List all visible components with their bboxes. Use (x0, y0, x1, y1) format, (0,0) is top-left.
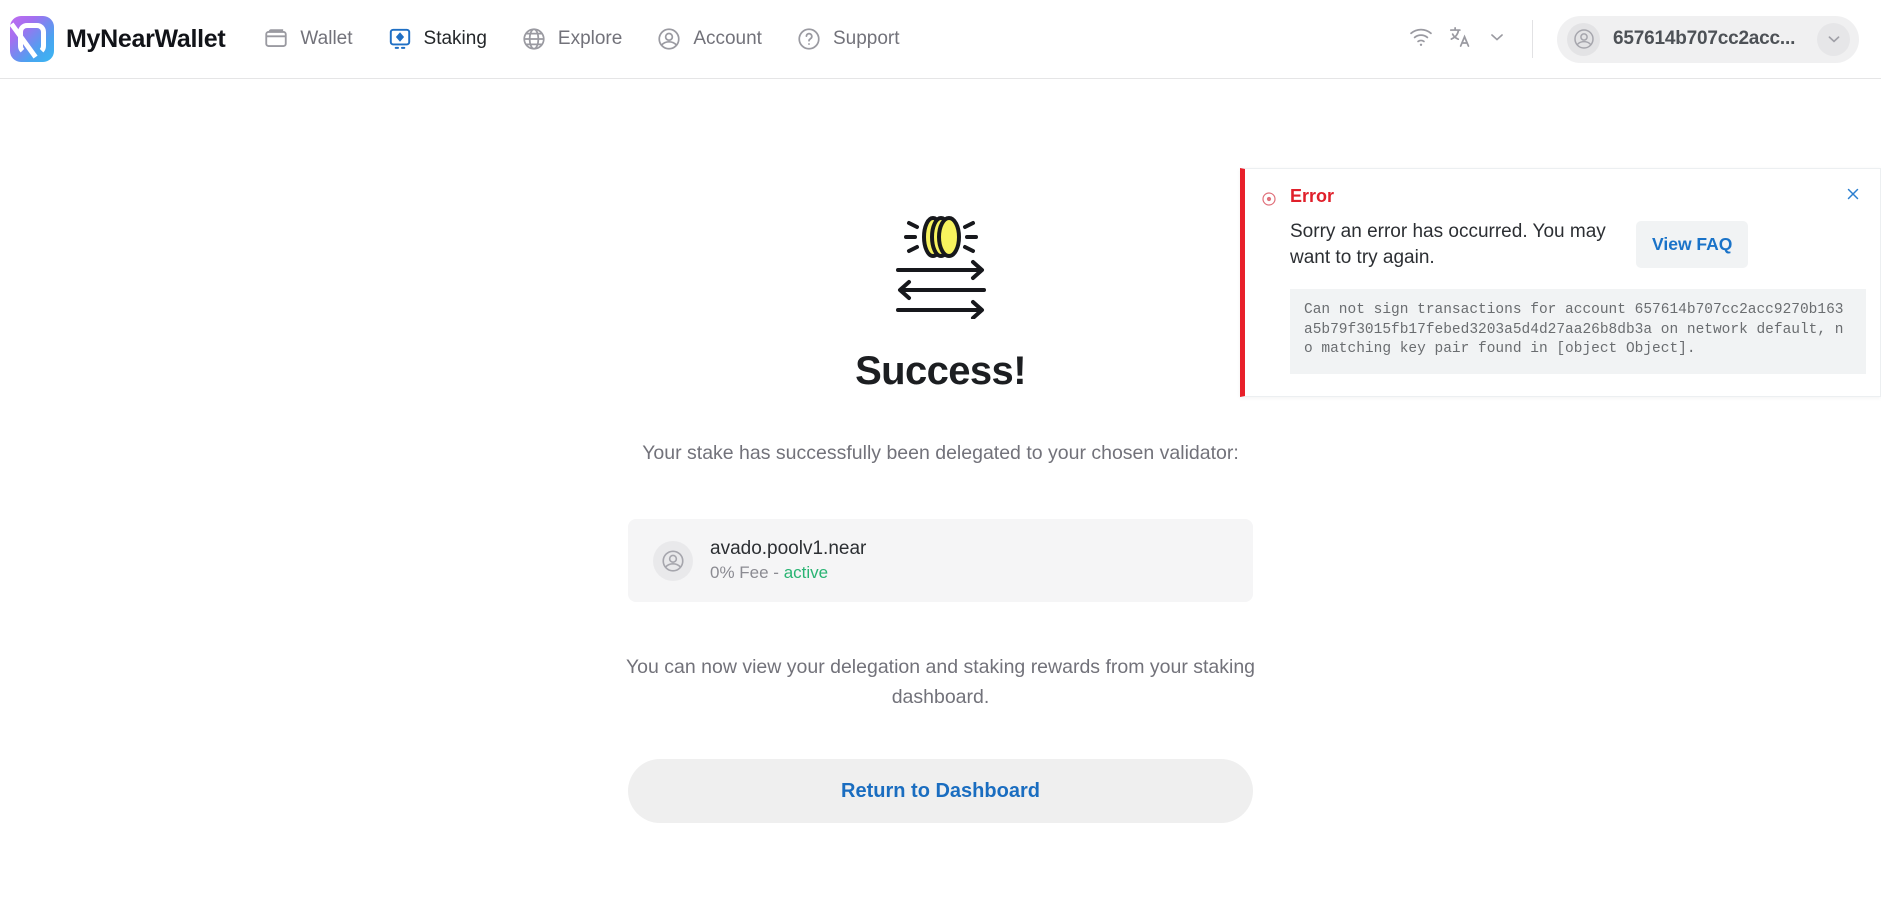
near-logo-icon (10, 16, 54, 62)
main-content: Success! Your stake has successfully bee… (0, 79, 1881, 916)
help-circle-icon (796, 26, 822, 52)
error-toast-row: Sorry an error has occurred. You may wan… (1290, 219, 1866, 271)
nav-item-account[interactable]: Account (656, 26, 762, 52)
staking-icon (387, 26, 413, 52)
header-divider (1532, 20, 1533, 58)
globe-icon (521, 26, 547, 52)
error-toast-title: Error (1290, 186, 1335, 206)
header-right: 657614b707cc2acc... (1408, 15, 1859, 63)
app-header: MyNearWallet Wallet Staking Explore Acco… (0, 0, 1881, 79)
error-toast-code: Can not sign transactions for account 65… (1290, 289, 1866, 374)
nav-label-account: Account (693, 28, 762, 49)
nav-item-explore[interactable]: Explore (521, 26, 622, 52)
header-utility-icons (1408, 24, 1532, 55)
error-toast-message: Sorry an error has occurred. You may wan… (1290, 221, 1606, 268)
page-title: Success! (855, 349, 1026, 393)
brand-name: MyNearWallet (66, 24, 226, 53)
view-faq-button[interactable]: View FAQ (1636, 221, 1749, 268)
validator-info: avado.poolv1.near 0% Fee - active (710, 538, 866, 583)
wifi-icon[interactable] (1408, 24, 1434, 55)
lead-text: Your stake has successfully been delegat… (642, 442, 1239, 464)
close-icon[interactable] (1840, 181, 1866, 207)
main-navigation: Wallet Staking Explore Account Support (263, 26, 900, 52)
account-icon (656, 26, 682, 52)
return-to-dashboard-button[interactable]: Return to Dashboard (628, 759, 1253, 823)
validator-avatar-icon (653, 540, 693, 581)
wallet-icon (263, 26, 289, 52)
chevron-down-icon[interactable] (1486, 26, 1508, 53)
error-toast: Error Sorry an error has occurred. You m… (1240, 168, 1881, 397)
validator-name: avado.poolv1.near (710, 538, 867, 559)
error-toast-body: Error Sorry an error has occurred. You m… (1277, 186, 1866, 374)
account-pill[interactable]: 657614b707cc2acc... (1557, 15, 1859, 63)
validator-card[interactable]: avado.poolv1.near 0% Fee - active (628, 519, 1253, 602)
validator-status: active (783, 563, 829, 582)
nav-item-staking[interactable]: Staking (387, 26, 487, 52)
sub-text: You can now view your delegation and sta… (625, 656, 1256, 708)
account-avatar-icon (1567, 22, 1600, 56)
nav-label-staking: Staking (423, 28, 487, 49)
error-circle-icon (1261, 191, 1277, 207)
chevron-down-icon[interactable] (1817, 22, 1850, 56)
nav-item-support[interactable]: Support (796, 26, 900, 52)
nav-item-wallet[interactable]: Wallet (263, 26, 353, 52)
staking-coins-transfer-icon (881, 207, 1001, 320)
nav-label-support: Support (832, 28, 900, 49)
translate-icon[interactable] (1447, 24, 1473, 55)
validator-fee: 0% Fee - (710, 563, 784, 582)
account-name: 657614b707cc2acc... (1613, 28, 1796, 49)
brand[interactable]: MyNearWallet (10, 16, 226, 62)
nav-label-wallet: Wallet (300, 28, 353, 49)
validator-meta: 0% Fee - active (710, 563, 866, 583)
nav-label-explore: Explore (557, 28, 623, 49)
